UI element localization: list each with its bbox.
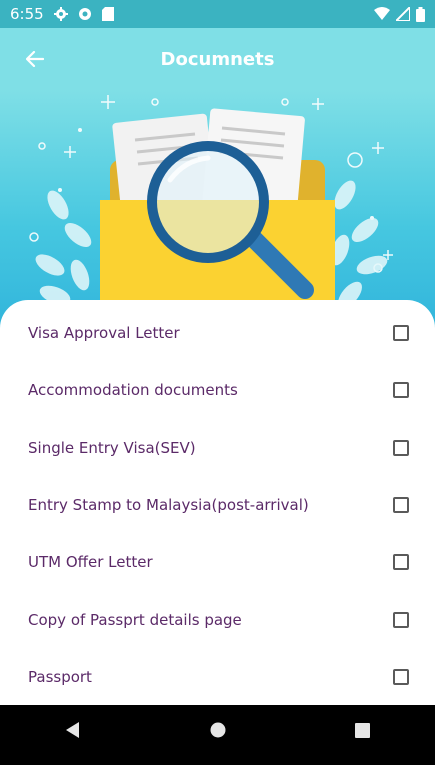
battery-icon: [416, 6, 425, 22]
list-item-utm-offer-letter[interactable]: UTM Offer Letter: [0, 534, 435, 590]
app-bar: Documnets: [0, 28, 435, 90]
back-button[interactable]: [18, 42, 52, 76]
item-label: Accommodation documents: [28, 381, 238, 399]
checkbox-utm-offer-letter[interactable]: [393, 554, 409, 570]
list-item-passport-copy[interactable]: Copy of Passprt details page: [0, 592, 435, 648]
item-label: Copy of Passprt details page: [28, 611, 242, 629]
nav-recents-button[interactable]: [333, 710, 393, 750]
item-label: UTM Offer Letter: [28, 553, 153, 571]
list-item-passport[interactable]: Passport: [0, 649, 435, 705]
list-item-accommodation-documents[interactable]: Accommodation documents: [0, 362, 435, 418]
list-item-entry-stamp[interactable]: Entry Stamp to Malaysia(post-arrival): [0, 477, 435, 533]
checkbox-single-entry-visa[interactable]: [393, 440, 409, 456]
checkbox-visa-approval-letter[interactable]: [393, 325, 409, 341]
nav-home-button[interactable]: [188, 710, 248, 750]
documents-list: Visa Approval Letter Accommodation docum…: [0, 300, 435, 705]
status-left: 6:55: [10, 5, 114, 23]
item-label: Passport: [28, 668, 92, 686]
item-label: Visa Approval Letter: [28, 324, 180, 342]
item-label: Entry Stamp to Malaysia(post-arrival): [28, 496, 309, 514]
checkbox-accommodation-documents[interactable]: [393, 382, 409, 398]
list-item-visa-approval-letter[interactable]: Visa Approval Letter: [0, 305, 435, 361]
home-circle-icon: [210, 722, 225, 738]
list-item-single-entry-visa[interactable]: Single Entry Visa(SEV): [0, 420, 435, 476]
checkbox-passport[interactable]: [393, 669, 409, 685]
circle-icon: [78, 8, 91, 20]
wifi-icon: [374, 7, 390, 20]
system-nav-bar: [0, 705, 435, 755]
status-right: [374, 6, 425, 22]
gear-icon: [53, 7, 68, 21]
status-bar: 6:55: [0, 0, 435, 28]
item-label: Single Entry Visa(SEV): [28, 439, 196, 457]
status-time: 6:55: [10, 5, 44, 23]
signal-icon: [396, 7, 410, 21]
checkbox-passport-copy[interactable]: [393, 612, 409, 628]
arrow-left-icon: [26, 51, 44, 67]
recents-square-icon: [355, 722, 370, 738]
back-triangle-icon: [65, 722, 79, 738]
nav-back-button[interactable]: [43, 710, 103, 750]
nav-bottom-pad: [0, 755, 435, 765]
sd-card-icon: [101, 7, 114, 21]
checkbox-entry-stamp[interactable]: [393, 497, 409, 513]
page-title: Documnets: [160, 48, 275, 70]
